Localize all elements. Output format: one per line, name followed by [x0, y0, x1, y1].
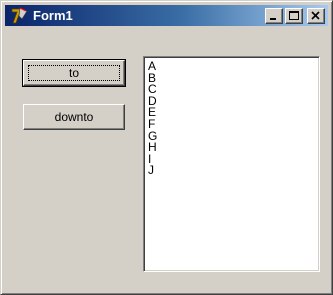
list-item[interactable]: E	[148, 107, 319, 119]
list-item[interactable]: D	[148, 95, 319, 108]
list-item[interactable]: F	[148, 118, 319, 131]
close-icon	[311, 11, 320, 20]
title-bar[interactable]: Form1	[5, 5, 328, 26]
list-item[interactable]: C	[148, 83, 319, 96]
delphi-app-icon[interactable]	[11, 7, 28, 24]
to-button-label: to	[28, 65, 120, 81]
window-title: Form1	[33, 8, 73, 23]
list-item[interactable]: G	[148, 130, 319, 143]
list-item[interactable]: I	[148, 153, 319, 166]
list-item[interactable]: A	[148, 60, 319, 73]
minimize-icon	[270, 18, 276, 20]
list-item[interactable]: B	[148, 72, 319, 85]
form-window: Form1 to downto ABCDEFGHIJ	[0, 0, 333, 295]
downto-button[interactable]: downto	[23, 104, 125, 130]
list-item[interactable]: J	[148, 165, 319, 177]
minimize-button[interactable]	[265, 8, 283, 24]
maximize-icon	[289, 11, 299, 20]
maximize-button[interactable]	[285, 8, 303, 24]
close-button[interactable]	[307, 8, 325, 24]
to-button[interactable]: to	[22, 59, 126, 87]
list-item[interactable]: H	[148, 141, 319, 154]
letters-listbox[interactable]: ABCDEFGHIJ	[143, 56, 320, 272]
